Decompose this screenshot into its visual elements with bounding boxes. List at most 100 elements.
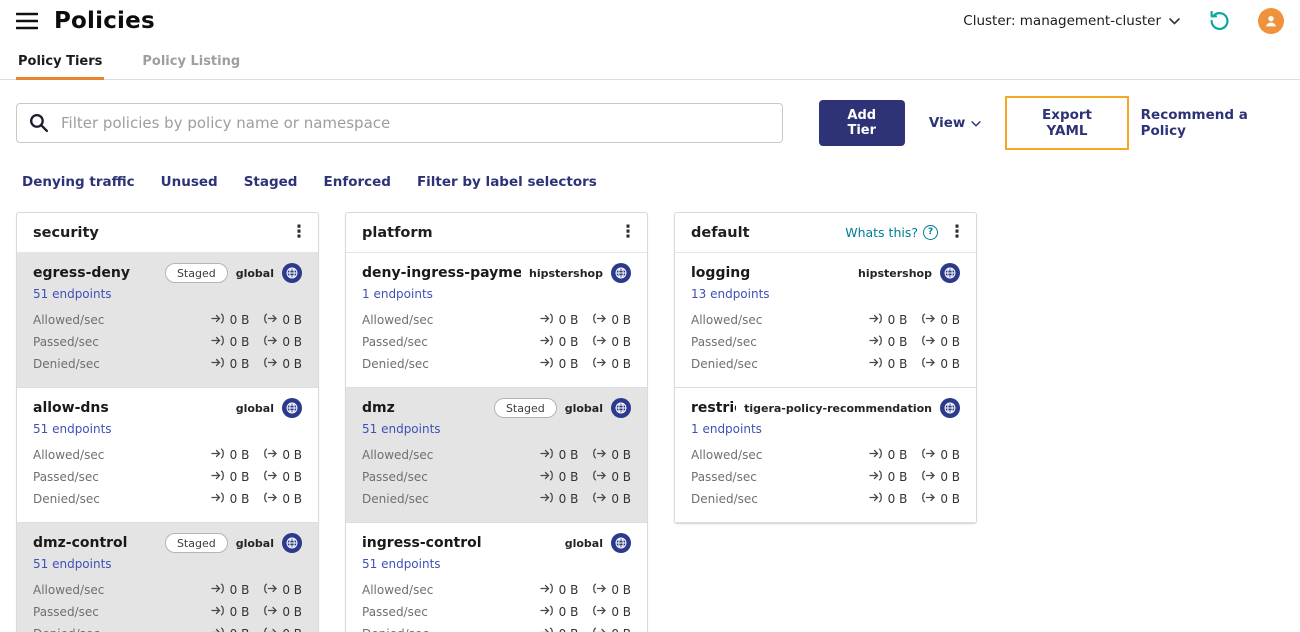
policy-card[interactable]: ingress-control global 51 endpoints Allo… [346,523,647,632]
endpoints-link[interactable]: 51 endpoints [362,557,441,571]
scope-label: hipstershop [858,266,932,280]
kebab-menu-icon[interactable]: ⋮ [946,224,968,241]
policy-card[interactable]: dmz Staged global 51 endpoints Allowed/s… [346,388,647,523]
ingress-icon [539,470,554,484]
metric-label: Denied/sec [691,492,758,506]
metric-row: Allowed/sec 0 B 0 B [362,444,631,466]
egress-value: 0 B [611,313,631,327]
endpoints-link[interactable]: 51 endpoints [33,287,112,301]
metric-row: Denied/sec 0 B [33,353,302,375]
cluster-selector[interactable]: Cluster: management-cluster [963,13,1180,29]
metric-label: Allowed/sec [362,313,434,327]
egress-value: 0 B [282,313,302,327]
policy-card[interactable]: restricted tigera-policy-recommendation … [675,388,976,523]
egress-value: 0 B [611,357,631,371]
ingress-value: 0 B [887,448,908,462]
metric-label: Allowed/sec [362,448,434,462]
tab-bar: Policy Tiers Policy Listing [0,42,1300,80]
egress-icon [921,357,936,371]
kebab-menu-icon[interactable]: ⋮ [617,224,639,241]
recommend-policy-link[interactable]: Recommend a Policy [1141,107,1284,139]
policy-card-header: allow-dns global [33,398,302,418]
ingress-icon [868,313,883,327]
ingress-icon [210,470,225,484]
metric-label: Allowed/sec [33,583,105,597]
filter-staged[interactable]: Staged [244,174,298,190]
metric-label: Allowed/sec [691,448,763,462]
hamburger-menu-icon[interactable] [16,12,38,30]
endpoints-link[interactable]: 13 endpoints [691,287,770,301]
policy-card[interactable]: egress-deny Staged global 51 endpoints A… [17,253,318,388]
egress-icon [263,583,278,597]
tab-policy-listing[interactable]: Policy Listing [140,48,242,79]
history-icon[interactable] [1206,8,1232,34]
scope-label: global [235,401,274,415]
tier-name: security [33,224,99,241]
ingress-value: 0 B [229,605,250,619]
egress-value: 0 B [611,335,631,349]
user-avatar[interactable] [1258,8,1284,34]
egress-icon [263,313,278,327]
ingress-value: 0 B [558,583,579,597]
scope-label: hipstershop [529,266,603,280]
filter-unused[interactable]: Unused [161,174,218,190]
filter-by-label-selectors[interactable]: Filter by label selectors [417,174,597,190]
tier-name: default [691,224,750,241]
tab-policy-tiers[interactable]: Policy Tiers [16,48,105,80]
chevron-down-icon [971,115,981,131]
endpoints-link[interactable]: 51 endpoints [33,557,112,571]
scope-globe-icon [282,533,302,553]
metric-label: Allowed/sec [33,313,105,327]
policy-name: allow-dns [33,400,109,416]
endpoints-link[interactable]: 51 endpoints [362,422,441,436]
ingress-value: 0 B [229,313,250,327]
filter-denying-traffic[interactable]: Denying traffic [22,174,135,190]
kebab-menu-icon[interactable]: ⋮ [288,224,310,241]
metric-row: Allowed/sec 0 B 0 B [33,444,302,466]
scope-label: global [564,536,603,550]
policy-metrics: Allowed/sec 0 B [33,579,302,632]
metric-row: Denied/sec 0 B [33,623,302,632]
metric-label: Denied/sec [691,357,758,371]
policy-metrics: Allowed/sec 0 B [362,579,631,632]
quick-filters: Denying traffic Unused Staged Enforced F… [22,174,1284,190]
endpoints-link[interactable]: 1 endpoints [362,287,433,301]
policy-metrics: Allowed/sec 0 B [691,444,960,510]
scope-label: global [564,401,603,415]
scope-globe-icon [611,398,631,418]
scope-globe-icon [940,263,960,283]
endpoints-link[interactable]: 51 endpoints [33,422,112,436]
policy-card[interactable]: logging hipstershop 13 endpoints Allowed… [675,253,976,388]
filter-enforced[interactable]: Enforced [323,174,390,190]
egress-value: 0 B [282,605,302,619]
view-dropdown[interactable]: View [929,115,981,131]
egress-value: 0 B [282,492,302,506]
endpoints-link[interactable]: 1 endpoints [691,422,762,436]
add-tier-button[interactable]: Add Tier [818,100,905,146]
policy-name: deny-ingress-paymentservi… [362,265,521,281]
egress-value: 0 B [940,448,960,462]
policy-filter-input[interactable] [16,103,783,143]
metric-label: Denied/sec [33,492,100,506]
ingress-value: 0 B [229,335,250,349]
egress-icon [263,605,278,619]
egress-value: 0 B [940,335,960,349]
ingress-value: 0 B [229,448,250,462]
policy-card[interactable]: dmz-control Staged global 51 endpoints A… [17,523,318,632]
tier-header: default Whats this? ⋮ [675,213,976,253]
policy-card[interactable]: allow-dns global 51 endpoints Allowed/se… [17,388,318,523]
whats-this-link[interactable]: Whats this? [845,225,938,240]
policy-card-header: dmz Staged global [362,398,631,418]
ingress-icon [539,492,554,506]
metric-label: Passed/sec [362,335,428,349]
tier-header: platform ⋮ [346,213,647,253]
scope-globe-icon [282,398,302,418]
policy-card[interactable]: deny-ingress-paymentservi… hipstershop 1… [346,253,647,388]
egress-icon [921,492,936,506]
export-yaml-button[interactable]: Export YAML [1005,96,1129,150]
egress-value: 0 B [940,470,960,484]
staged-badge: Staged [164,533,228,553]
egress-icon [592,470,607,484]
policy-name: dmz-control [33,535,128,551]
metric-row: Passed/sec 0 B 0 B [362,331,631,353]
